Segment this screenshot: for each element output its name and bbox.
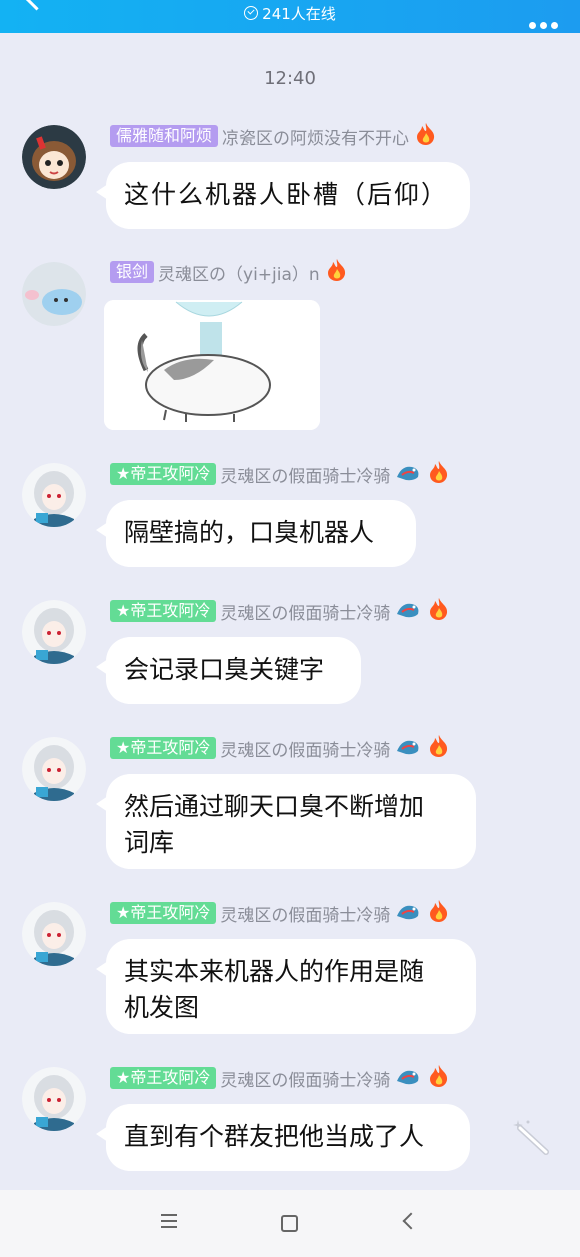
fire-icon [426, 734, 452, 763]
avatar[interactable] [22, 463, 86, 527]
dragon-badge-icon [394, 900, 422, 927]
top-bar: 241人在线 [0, 0, 580, 33]
message-bubble[interactable]: 这什么机器人卧槽（后仰） [96, 162, 470, 229]
title-tag: ★帝王攻阿冷 [110, 1067, 217, 1089]
title-tag: ★帝王攻阿冷 [110, 902, 217, 924]
message-text: 这什么机器人卧槽（后仰） [124, 180, 449, 209]
sender-name[interactable]: 灵魂区の假面骑士冷骑 [220, 599, 390, 624]
sender-meta: 银剑 灵魂区の（yi+jia）n [110, 258, 350, 287]
title-tag: ★帝王攻阿冷 [110, 463, 217, 485]
fire-icon [324, 258, 350, 287]
fire-icon [426, 1064, 452, 1093]
check-circle-icon [244, 6, 259, 20]
message-bubble[interactable]: 其实本来机器人的作用是随 机发图 [96, 939, 476, 1034]
more-dots-icon[interactable] [529, 22, 558, 29]
sender-meta: ★帝王攻阿冷 灵魂区の假面骑士冷骑 [110, 1064, 452, 1093]
avatar[interactable] [22, 600, 86, 664]
fire-icon [413, 122, 439, 151]
sender-name[interactable]: 灵魂区の假面骑士冷骑 [220, 901, 390, 926]
sender-meta: ★帝王攻阿冷 灵魂区の假面骑士冷骑 [110, 899, 452, 928]
title-tag: 儒雅随和阿烦 [110, 125, 219, 147]
system-nav-bar [0, 1190, 580, 1257]
message-text: 隔壁搞的，口臭机器人 [124, 518, 375, 547]
sender-name[interactable]: 灵魂区の假面骑士冷骑 [220, 736, 390, 761]
avatar[interactable] [22, 262, 86, 326]
message-text: 会记录口臭关键字 [124, 655, 325, 684]
avatar[interactable] [22, 125, 86, 189]
avatar[interactable] [22, 902, 86, 966]
back-chevron-icon[interactable] [402, 1212, 420, 1230]
cat-sticker-image[interactable] [104, 300, 320, 430]
sender-meta: ★帝王攻阿冷 灵魂区の假面骑士冷骑 [110, 460, 452, 489]
message-text-line: 词库 [124, 828, 175, 857]
message-text-line: 然后通过聊天口臭不断增加 [124, 792, 425, 821]
sender-meta: 儒雅随和阿烦 凉瓷区の阿烦没有不开心 [110, 122, 439, 151]
title-tag: ★帝王攻阿冷 [110, 737, 217, 759]
message-bubble[interactable]: 会记录口臭关键字 [96, 637, 361, 704]
menu-icon[interactable] [161, 1214, 177, 1232]
sender-name[interactable]: 凉瓷区の阿烦没有不开心 [222, 124, 409, 149]
message-bubble[interactable]: 隔壁搞的，口臭机器人 [96, 500, 416, 567]
message-text-line: 其实本来机器人的作用是随 [124, 957, 425, 986]
fire-icon [426, 899, 452, 928]
sender-name[interactable]: 灵魂区の假面骑士冷骑 [220, 1066, 390, 1091]
title-tag: ★帝王攻阿冷 [110, 600, 217, 622]
message-bubble[interactable]: 直到有个群友把他当成了人 [96, 1104, 470, 1171]
dragon-badge-icon [394, 1065, 422, 1092]
online-count[interactable]: 241人在线 [0, 3, 580, 24]
timestamp: 12:40 [264, 68, 316, 89]
magic-wand-icon[interactable] [512, 1118, 552, 1162]
title-tag: 银剑 [110, 261, 155, 283]
dragon-badge-icon [394, 598, 422, 625]
dragon-badge-icon [394, 461, 422, 488]
online-count-text: 241人在线 [262, 5, 336, 23]
sender-meta: ★帝王攻阿冷 灵魂区の假面骑士冷骑 [110, 734, 452, 763]
fire-icon [426, 597, 452, 626]
dragon-badge-icon [394, 735, 422, 762]
message-text: 直到有个群友把他当成了人 [124, 1122, 425, 1151]
avatar[interactable] [22, 737, 86, 801]
message-bubble[interactable]: 然后通过聊天口臭不断增加 词库 [96, 774, 476, 869]
home-square-icon[interactable] [281, 1215, 298, 1232]
avatar[interactable] [22, 1067, 86, 1131]
message-text-line: 机发图 [124, 993, 200, 1022]
sender-meta: ★帝王攻阿冷 灵魂区の假面骑士冷骑 [110, 597, 452, 626]
fire-icon [426, 460, 452, 489]
sender-name[interactable]: 灵魂区の假面骑士冷骑 [220, 462, 390, 487]
sender-name[interactable]: 灵魂区の（yi+jia）n [158, 260, 320, 285]
